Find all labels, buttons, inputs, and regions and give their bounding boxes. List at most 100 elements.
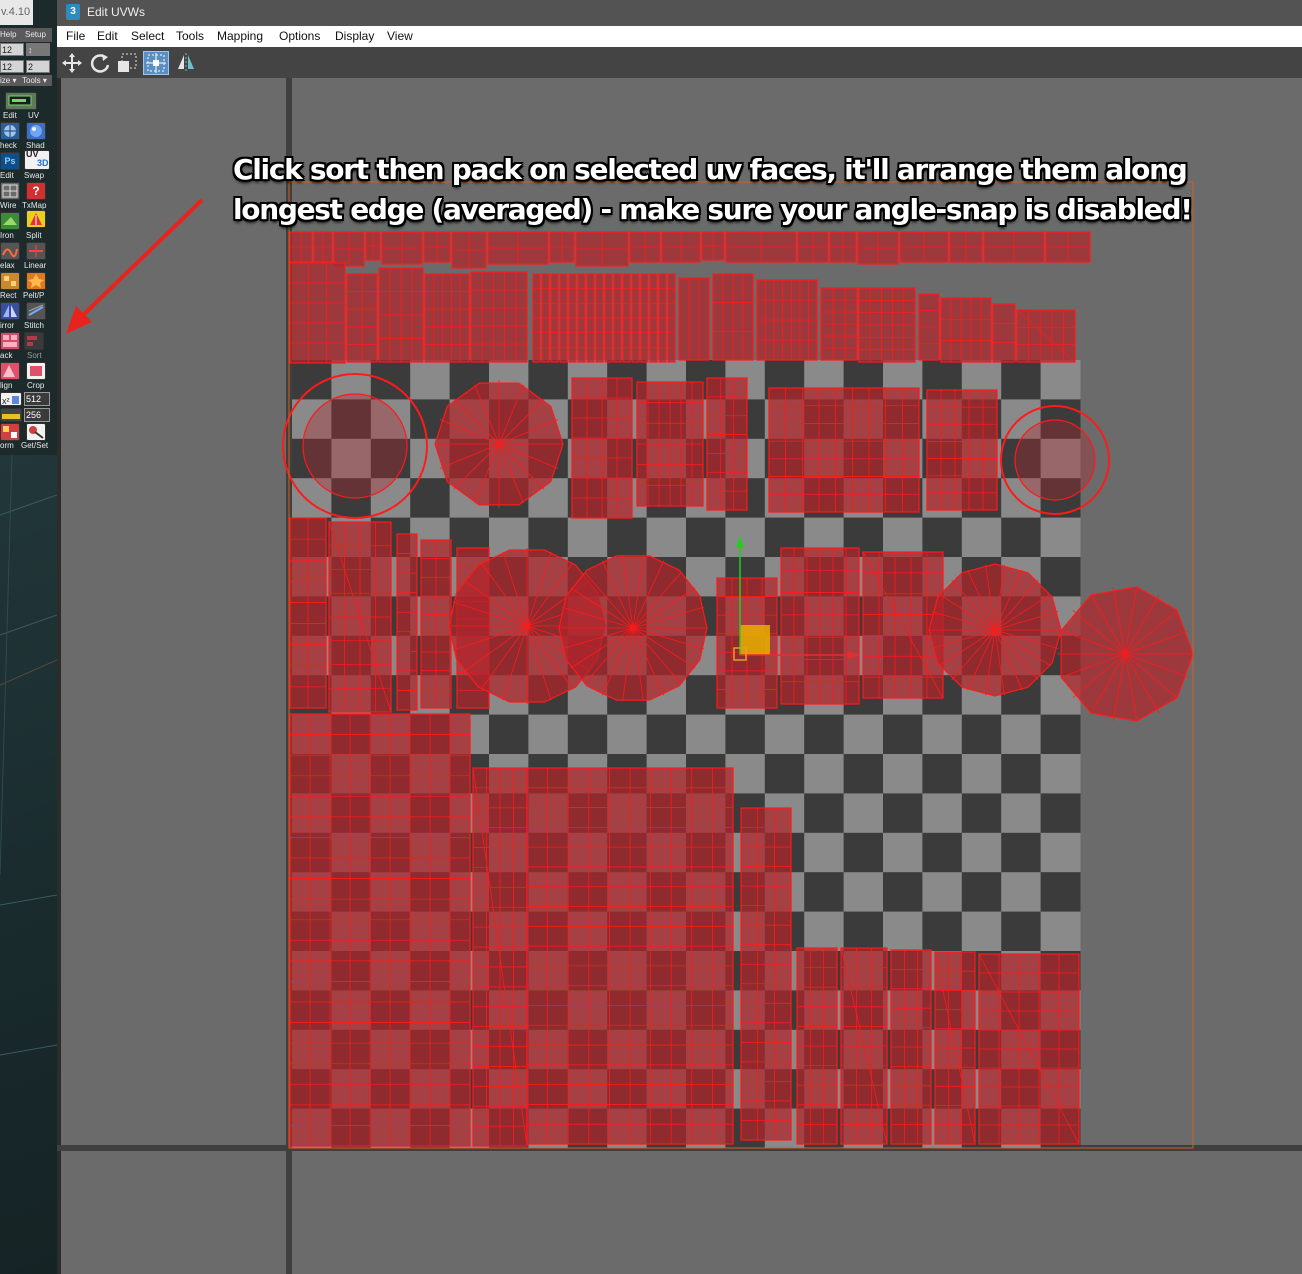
checker-tile — [804, 754, 845, 794]
uv-island[interactable] — [541, 273, 550, 363]
uv-island-ring[interactable] — [1000, 405, 1110, 515]
uv-island[interactable] — [797, 231, 829, 263]
uv-island[interactable] — [725, 231, 797, 263]
uv-island[interactable] — [289, 231, 313, 263]
get-set-icon[interactable] — [26, 423, 46, 441]
uv-island[interactable] — [613, 273, 622, 363]
uv-island[interactable] — [289, 713, 471, 1147]
align-icon[interactable] — [0, 362, 20, 380]
uv-island[interactable] — [550, 273, 559, 363]
uv-island[interactable] — [857, 231, 899, 265]
uv-island[interactable] — [649, 273, 658, 363]
uv-island[interactable] — [629, 231, 661, 263]
uv-island[interactable] — [595, 273, 604, 363]
uv-island[interactable] — [568, 273, 577, 363]
uv-island[interactable] — [978, 953, 1080, 1145]
uv-island[interactable] — [451, 231, 487, 269]
uv-island[interactable] — [365, 231, 381, 261]
uv-island[interactable] — [678, 277, 710, 361]
uv-island-ring[interactable] — [282, 373, 428, 519]
uv-island[interactable] — [949, 231, 983, 263]
checker-tile — [883, 872, 923, 913]
uv-island[interactable] — [289, 262, 346, 364]
checker-tile — [1001, 360, 1042, 400]
uv-island[interactable] — [289, 517, 327, 709]
checker-tile — [607, 714, 648, 755]
ruler-icon[interactable] — [0, 408, 22, 422]
uv-island[interactable] — [661, 231, 701, 263]
uv-island[interactable] — [740, 807, 792, 1141]
uv-island[interactable] — [1016, 309, 1076, 363]
checker-tile — [764, 714, 805, 755]
uv-island[interactable] — [858, 287, 916, 363]
menu-display[interactable]: Display — [335, 29, 374, 43]
uv-island[interactable] — [424, 273, 470, 363]
uv-island[interactable] — [940, 297, 992, 363]
uv-island[interactable] — [890, 949, 932, 1145]
uv-island[interactable] — [820, 287, 858, 361]
uv-island[interactable] — [381, 231, 423, 265]
checker-tile — [1040, 911, 1081, 952]
uv-island[interactable] — [840, 947, 888, 1145]
uv-island[interactable] — [640, 273, 649, 363]
uv-island[interactable] — [926, 389, 998, 511]
checker-tile — [961, 872, 1002, 913]
texel-density-icon[interactable]: x² — [0, 392, 22, 406]
uv-island[interactable] — [829, 231, 857, 263]
uv-island[interactable] — [577, 273, 586, 363]
uv-island[interactable] — [487, 231, 549, 265]
uv-island[interactable] — [706, 377, 748, 511]
uv-island[interactable] — [712, 273, 754, 361]
uv-island[interactable] — [313, 231, 333, 263]
uv-island[interactable] — [575, 231, 629, 267]
size-512-field[interactable]: 512 — [24, 392, 50, 406]
checker-tile — [567, 714, 608, 755]
uv-island[interactable] — [701, 231, 725, 261]
checker-tile — [961, 714, 1002, 755]
uv-island[interactable] — [604, 273, 613, 363]
checker-tile — [883, 714, 923, 755]
uv-island-radial[interactable] — [434, 380, 564, 508]
uv-island[interactable] — [667, 273, 676, 363]
uv-island[interactable] — [472, 767, 528, 1147]
uv-island[interactable] — [559, 273, 568, 363]
uv-island[interactable] — [420, 539, 452, 709]
uv-island[interactable] — [396, 533, 418, 711]
uv-island[interactable] — [899, 231, 949, 263]
uv-island[interactable] — [549, 231, 575, 263]
checker-tile — [567, 517, 608, 558]
menu-view[interactable]: View — [387, 29, 413, 43]
uv-island[interactable] — [532, 273, 541, 363]
uv-island[interactable] — [992, 303, 1016, 363]
uv-island[interactable] — [756, 279, 818, 361]
uv-island[interactable] — [622, 273, 631, 363]
uv-island[interactable] — [423, 231, 451, 263]
uv-island[interactable] — [346, 273, 378, 363]
uv-island[interactable] — [934, 951, 976, 1145]
uv-island[interactable] — [631, 273, 640, 363]
gizmo-plane-handle[interactable] — [740, 625, 770, 655]
uv-island[interactable] — [918, 293, 940, 361]
uv-island[interactable] — [526, 767, 734, 1145]
uv-island[interactable] — [470, 271, 528, 363]
uv-island[interactable] — [586, 273, 595, 363]
uv-island[interactable] — [1045, 231, 1091, 263]
uv-island-radial[interactable] — [558, 554, 708, 702]
uv-island[interactable] — [796, 947, 838, 1145]
normalize-icon[interactable] — [0, 423, 20, 441]
uv-island[interactable] — [328, 521, 392, 713]
uv-island[interactable] — [333, 231, 365, 267]
uv-island[interactable] — [658, 273, 667, 363]
uv-island[interactable] — [768, 387, 920, 513]
uv-island[interactable] — [780, 547, 860, 705]
size-256-field[interactable]: 256 — [24, 408, 50, 422]
uv-island[interactable] — [378, 267, 424, 363]
uv-island[interactable] — [983, 231, 1045, 263]
menu-options[interactable]: Options — [279, 29, 320, 43]
uv-island[interactable] — [636, 381, 704, 507]
checker-tile — [922, 911, 963, 952]
uv-island[interactable] — [571, 377, 633, 519]
checker-tile — [1040, 793, 1081, 834]
checker-tile — [804, 714, 845, 755]
crop-icon[interactable] — [26, 362, 46, 380]
